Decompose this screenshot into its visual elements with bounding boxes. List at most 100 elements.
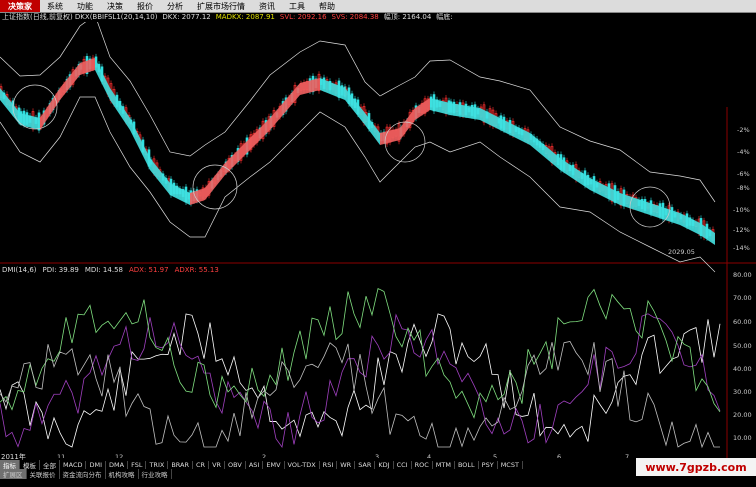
axis-label: -8% bbox=[737, 184, 750, 192]
month-label: 7 bbox=[625, 453, 629, 458]
svl-value: SVL: 2092.16 bbox=[279, 13, 327, 21]
adxr-value: ADXR: 55.13 bbox=[174, 266, 219, 274]
axis-label: 70.00 bbox=[733, 294, 752, 302]
dmi-lines bbox=[0, 287, 721, 449]
dmi-title: DMI(14,6) bbox=[2, 266, 37, 274]
indicator-tab[interactable]: VOL-TDX bbox=[285, 460, 320, 469]
dkx-ribbon-segment bbox=[345, 88, 365, 125]
dkx-ribbon-segment bbox=[300, 78, 320, 95]
axis-label: -10% bbox=[733, 206, 750, 214]
extension-tab[interactable]: 行业攻略 bbox=[139, 468, 172, 479]
dkx-ribbon-segment bbox=[500, 118, 530, 145]
dmi-line bbox=[0, 313, 721, 449]
dmi-line bbox=[0, 287, 721, 419]
dkx-ribbon bbox=[0, 58, 715, 245]
price-axis: -2% -4% -6% -8% -10% -12% -14% bbox=[733, 126, 750, 252]
svs-value: SVS: 2084.38 bbox=[331, 13, 379, 21]
menu-function[interactable]: 功能 bbox=[70, 1, 100, 12]
indicator-tab[interactable]: DMA bbox=[106, 460, 129, 469]
axis-label: -4% bbox=[737, 148, 750, 156]
menu-extended-market[interactable]: 扩展市场行情 bbox=[190, 1, 252, 12]
extension-tab[interactable]: 机构攻略 bbox=[106, 468, 139, 479]
indicator-tab[interactable]: VR bbox=[209, 460, 226, 469]
candlestick-area bbox=[0, 53, 715, 244]
axis-label: 60.00 bbox=[733, 318, 752, 326]
indicator-tab[interactable]: RSI bbox=[320, 460, 338, 469]
dkx-ribbon-segment bbox=[270, 83, 300, 130]
month-label: 6 bbox=[557, 453, 561, 458]
dkx-ribbon-segment bbox=[150, 158, 170, 195]
dkx-ribbon-segment bbox=[380, 128, 400, 145]
indicator-tab[interactable]: SAR bbox=[355, 460, 376, 469]
dmi-line bbox=[0, 313, 721, 448]
signal-circles bbox=[12, 84, 671, 228]
dkx-ribbon-segment bbox=[60, 63, 80, 100]
adx-value: ADX: 51.97 bbox=[128, 266, 169, 274]
menu-analysis[interactable]: 分析 bbox=[160, 1, 190, 12]
indicator-tab[interactable]: MTM bbox=[433, 460, 455, 469]
indicator-tab[interactable]: BRAR bbox=[168, 460, 193, 469]
indicator-tab[interactable]: ASI bbox=[246, 460, 264, 469]
indicator-info-bar: 上证指数(日线,前复权) DKX(BBIFSL1(20,14,10) DKX: … bbox=[0, 12, 453, 22]
menu-system[interactable]: 系统 bbox=[40, 1, 70, 12]
indicator-tab[interactable]: WR bbox=[337, 460, 356, 469]
dkx-ribbon-segment bbox=[590, 178, 620, 205]
indicator-tab[interactable]: KDJ bbox=[375, 460, 394, 469]
extension-tab[interactable]: 扩展区 bbox=[0, 468, 27, 479]
dkx-ribbon-segment bbox=[620, 193, 650, 215]
month-label: 11 bbox=[57, 453, 65, 458]
axis-label: -2% bbox=[737, 126, 750, 134]
indicator-tab[interactable]: DMI bbox=[86, 460, 107, 469]
extension-tab[interactable]: 资金流向分布 bbox=[60, 468, 106, 479]
menu-quote[interactable]: 报价 bbox=[130, 1, 160, 12]
indicator-tab[interactable]: BOLL bbox=[455, 460, 479, 469]
axis-label: 10.00 bbox=[733, 434, 752, 442]
menu-decision[interactable]: 决策 bbox=[100, 1, 130, 12]
dmi-info-bar: DMI(14,6) PDI: 39.89 MDI: 14.58 ADX: 51.… bbox=[0, 266, 219, 276]
indicator-tab[interactable]: OBV bbox=[225, 460, 246, 469]
price-chart[interactable]: -2% -4% -6% -8% -10% -12% -14% 2029.05 8… bbox=[0, 22, 756, 458]
mdi-value: MDI: 14.58 bbox=[84, 266, 123, 274]
indicator-tab[interactable]: TRIX bbox=[146, 460, 169, 469]
extension-tab[interactable]: 关联报价 bbox=[27, 468, 60, 479]
indicator-tab[interactable]: EMV bbox=[263, 460, 285, 469]
menu-help[interactable]: 帮助 bbox=[312, 1, 342, 12]
dkx-ribbon-segment bbox=[650, 203, 680, 225]
month-label: 2 bbox=[262, 453, 266, 458]
month-label: 12 bbox=[115, 453, 123, 458]
axis-label: -6% bbox=[737, 170, 750, 178]
axis-label: 40.00 bbox=[733, 365, 752, 373]
month-label: 5 bbox=[493, 453, 497, 458]
axis-label: 80.00 bbox=[733, 271, 752, 279]
dkx-ribbon-segment bbox=[130, 118, 150, 170]
axis-label: -12% bbox=[733, 226, 750, 234]
dkx-ribbon-segment bbox=[80, 58, 95, 75]
indicator-tab[interactable]: MACD bbox=[60, 460, 87, 469]
site-watermark: www.7gpzb.com bbox=[636, 458, 756, 476]
axis-label: 30.00 bbox=[733, 388, 752, 396]
app-logo: 决策家 bbox=[0, 0, 40, 12]
dmi-line bbox=[0, 340, 720, 449]
dkx-ribbon-segment bbox=[320, 78, 345, 100]
indicator-tab[interactable]: MCST bbox=[498, 460, 523, 469]
indicator-tab[interactable]: FSL bbox=[128, 460, 147, 469]
indicator-tab[interactable]: ROC bbox=[412, 460, 433, 469]
indicator-tab[interactable]: CR bbox=[193, 460, 210, 469]
dkx-ribbon-segment bbox=[530, 133, 560, 170]
month-markers: 11 12 2 3 4 5 6 7 bbox=[57, 453, 629, 458]
indicator-tab[interactable]: CCI bbox=[394, 460, 412, 469]
dkx-ribbon-segment bbox=[415, 98, 430, 120]
envelope-lines bbox=[0, 22, 716, 273]
menu-tools[interactable]: 工具 bbox=[282, 1, 312, 12]
chart-title: 上证指数(日线,前复权) DKX(BBIFSL1(20,14,10) bbox=[2, 13, 158, 21]
month-label: 4 bbox=[427, 453, 431, 458]
amp-top-value: 幅顶: 2164.04 bbox=[383, 13, 432, 21]
dkx-value: DKX: 2077.12 bbox=[162, 13, 211, 21]
month-label: 3 bbox=[375, 453, 379, 458]
menu-info[interactable]: 资讯 bbox=[252, 1, 282, 12]
axis-label: -14% bbox=[733, 244, 750, 252]
dkx-ribbon-segment bbox=[20, 113, 40, 130]
indicator-tab[interactable]: PSY bbox=[479, 460, 498, 469]
amp-bottom-value: 幅底: bbox=[436, 13, 453, 21]
pdi-value: PDI: 39.89 bbox=[42, 266, 79, 274]
